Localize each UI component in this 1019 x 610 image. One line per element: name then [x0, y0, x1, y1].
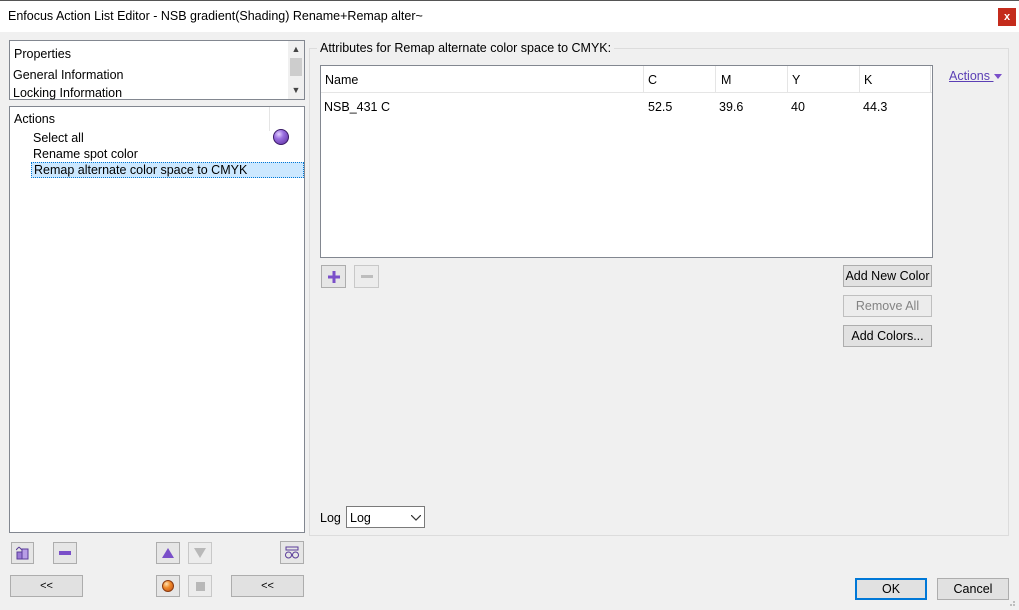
actions-header-divider	[269, 107, 270, 131]
inspect-button[interactable]	[280, 541, 304, 564]
column-header-m[interactable]: M	[721, 73, 731, 87]
plus-icon	[327, 270, 340, 283]
cell-m: 39.6	[719, 100, 744, 114]
scroll-down-icon[interactable]: ▼	[288, 83, 304, 97]
glasses-icon	[285, 546, 299, 558]
actions-header: Actions	[14, 112, 55, 126]
ok-button[interactable]: OK	[855, 578, 927, 600]
action-status-icon	[273, 129, 289, 145]
remove-row-button[interactable]	[354, 265, 379, 288]
move-down-button[interactable]	[188, 542, 212, 564]
run-button[interactable]	[156, 575, 180, 597]
add-new-color-button[interactable]: Add New Color	[843, 265, 932, 287]
table-header: Name C M Y K	[321, 66, 932, 93]
column-divider	[859, 66, 860, 93]
minus-icon	[360, 274, 373, 278]
scroll-up-icon[interactable]: ▲	[288, 42, 304, 56]
column-header-name[interactable]: Name	[325, 73, 358, 87]
collapse-right-button[interactable]: <<	[231, 575, 304, 597]
scroll-thumb[interactable]	[290, 58, 302, 76]
column-header-k[interactable]: K	[864, 73, 872, 87]
column-header-c[interactable]: C	[648, 73, 657, 87]
title-bar: Enfocus Action List Editor - NSB gradien…	[0, 0, 1019, 32]
actions-panel: Actions Select all Rename spot color Rem…	[9, 106, 305, 533]
column-divider	[787, 66, 788, 93]
column-header-y[interactable]: Y	[792, 73, 800, 87]
chevron-down-icon	[994, 74, 1003, 80]
run-icon	[162, 580, 174, 592]
action-item-rename-spot-color[interactable]: Rename spot color	[33, 147, 138, 161]
attributes-group-title: Attributes for Remap alternate color spa…	[317, 41, 615, 55]
move-up-button[interactable]	[156, 542, 180, 564]
arrow-down-icon	[194, 548, 206, 558]
properties-scrollbar[interactable]: ▲ ▼	[288, 41, 304, 99]
log-select[interactable]: Log	[346, 506, 425, 528]
stop-icon	[195, 581, 205, 591]
add-colors-button[interactable]: Add Colors...	[843, 325, 932, 347]
add-action-button[interactable]	[11, 542, 34, 564]
log-select-value: Log	[350, 511, 371, 525]
minus-icon	[59, 551, 71, 555]
action-item-selected[interactable]: Remap alternate color space to CMYK	[31, 162, 304, 178]
remove-action-button[interactable]	[53, 542, 77, 564]
cancel-button[interactable]: Cancel	[937, 578, 1009, 600]
arrow-up-icon	[162, 548, 174, 558]
properties-item[interactable]: Properties	[14, 47, 71, 61]
color-table: Name C M Y K NSB_431 C 52.5 39.6 40 44.3	[320, 65, 933, 258]
resize-grip-icon[interactable]	[1008, 599, 1016, 607]
window-title: Enfocus Action List Editor - NSB gradien…	[8, 9, 423, 23]
stop-button[interactable]	[188, 575, 212, 597]
add-action-icon	[15, 546, 28, 560]
action-item-remap: Remap alternate color space to CMYK	[34, 163, 248, 177]
general-information-item[interactable]: General Information	[13, 68, 123, 82]
column-divider	[643, 66, 644, 93]
collapse-left-button[interactable]: <<	[10, 575, 83, 597]
remove-all-button[interactable]: Remove All	[843, 295, 932, 317]
column-divider	[715, 66, 716, 93]
close-button[interactable]: x	[998, 8, 1016, 26]
actions-link-label: Actions	[949, 69, 990, 83]
add-row-button[interactable]	[321, 265, 346, 288]
cell-y: 40	[791, 100, 805, 114]
chevron-down-icon	[411, 515, 421, 521]
properties-panel: Properties General Information Locking I…	[9, 40, 305, 100]
cell-c: 52.5	[648, 100, 673, 114]
locking-information-item[interactable]: Locking Information	[13, 86, 122, 100]
log-label: Log	[320, 511, 341, 525]
table-row[interactable]: NSB_431 C 52.5 39.6 40 44.3	[321, 96, 932, 116]
action-item-select-all[interactable]: Select all	[33, 131, 84, 145]
cell-k: 44.3	[863, 100, 888, 114]
column-divider	[930, 66, 931, 93]
cell-name: NSB_431 C	[324, 100, 391, 114]
actions-dropdown-link[interactable]: Actions	[949, 69, 1003, 83]
